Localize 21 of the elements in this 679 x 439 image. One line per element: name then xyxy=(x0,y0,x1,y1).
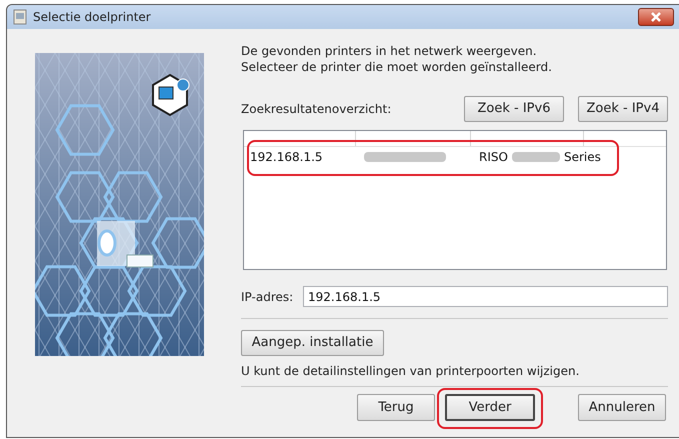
blurred-text xyxy=(512,152,560,162)
close-button[interactable] xyxy=(638,8,674,26)
model-cell-text: Series xyxy=(564,149,601,166)
footer-button[interactable]: Annuleren xyxy=(578,394,666,422)
search-button[interactable]: Zoek - IPv4 xyxy=(578,96,668,122)
ip-address-label: IP-adres: xyxy=(241,288,294,306)
custom-install-button[interactable]: Aangep. installatie xyxy=(241,330,384,356)
footer-button[interactable]: Terug xyxy=(357,394,435,422)
instruction-text: De gevonden printers in het netwerk weergeven. xyxy=(241,43,538,59)
search-results-label: Zoekresultatenoverzicht: xyxy=(241,101,392,118)
model-cell-text: RISO xyxy=(479,149,508,166)
ip-address-cell-text: 192.168.1.5 xyxy=(249,149,324,166)
printer-list[interactable]: 192.168.1.5 RISO Series xyxy=(243,130,667,270)
footer-button[interactable]: Verder xyxy=(445,394,535,422)
ip-address-field[interactable]: 192.168.1.5 xyxy=(303,286,668,307)
instruction-text: Selecteer de printer die moet worden geïnstalleerd. xyxy=(241,59,553,75)
close-icon xyxy=(651,12,661,22)
search-button[interactable]: Zoek - IPv6 xyxy=(464,96,564,122)
app-icon xyxy=(13,9,27,25)
hint-text: U kunt de detailinstellingen van printerpoorten wijzigen. xyxy=(241,363,580,380)
window-title: Selectie doelprinter xyxy=(33,9,151,26)
